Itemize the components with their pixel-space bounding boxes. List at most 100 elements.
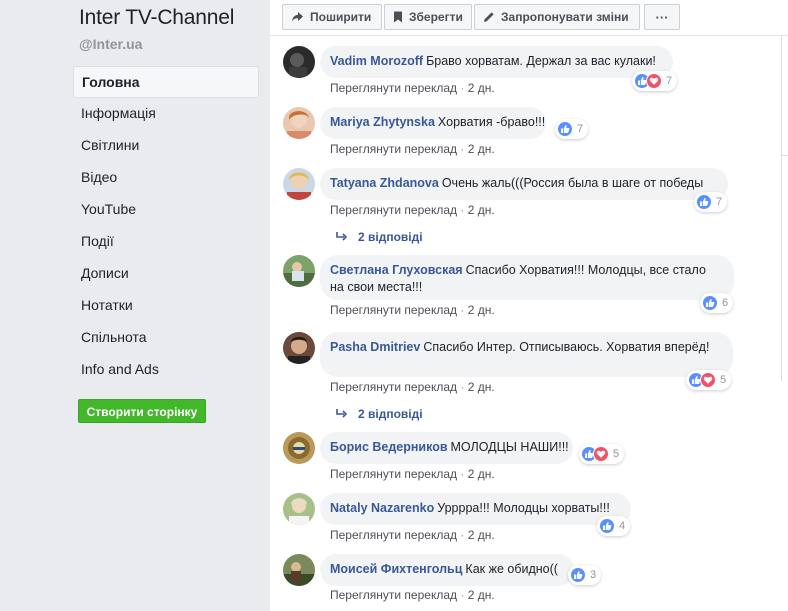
comment-timestamp[interactable]: 2 дн. bbox=[468, 467, 495, 481]
reaction-count-value: 7 bbox=[716, 196, 723, 208]
comment-text: Очень жаль(((Россия была в шаге от побед… bbox=[441, 176, 704, 190]
pencil-icon bbox=[484, 12, 494, 22]
see-translation-link[interactable]: Переглянути переклад bbox=[330, 528, 457, 542]
nav-item-community[interactable]: Спільнота bbox=[73, 322, 259, 354]
see-translation-link[interactable]: Переглянути переклад bbox=[330, 588, 457, 602]
reaction-count-value: 6 bbox=[722, 297, 729, 309]
comment-author[interactable]: Tatyana Zhdanova bbox=[330, 176, 439, 190]
comment-meta: Переглянути переклад · 2 дн. bbox=[330, 203, 495, 217]
meta-separator: · bbox=[460, 380, 465, 394]
meta-separator: · bbox=[460, 203, 465, 217]
comment-timestamp[interactable]: 2 дн. bbox=[468, 81, 495, 95]
reaction-count-value: 7 bbox=[577, 123, 584, 135]
comment-timestamp[interactable]: 2 дн. bbox=[468, 588, 495, 602]
more-button[interactable]: ··· bbox=[644, 4, 680, 30]
see-translation-link[interactable]: Переглянути переклад bbox=[330, 203, 457, 217]
avatar[interactable] bbox=[283, 493, 315, 525]
meta-separator: · bbox=[460, 528, 465, 542]
meta-separator: · bbox=[460, 81, 465, 95]
comment-timestamp[interactable]: 2 дн. bbox=[468, 142, 495, 156]
nav-item-videos[interactable]: Відео bbox=[73, 162, 259, 194]
comment-meta: Переглянути переклад · 2 дн. bbox=[330, 303, 495, 317]
meta-separator: · bbox=[460, 588, 465, 602]
comment-timestamp[interactable]: 2 дн. bbox=[468, 203, 495, 217]
reaction-count-value: 3 bbox=[590, 569, 597, 581]
avatar[interactable] bbox=[283, 168, 315, 200]
comment-bubble: Светлана Глуховская Спасибо Хорватия!!! М… bbox=[320, 255, 734, 300]
nav-item-info[interactable]: Інформація bbox=[73, 98, 259, 130]
comment-bubble: Моисей Фихтенгольц Как же обидно(( bbox=[320, 554, 574, 586]
suggest-edits-button[interactable]: Запропонувати зміни bbox=[474, 4, 640, 30]
reply-arrow-icon bbox=[336, 409, 348, 418]
comment-meta: Переглянути переклад · 2 дн. bbox=[330, 467, 495, 481]
avatar[interactable] bbox=[283, 255, 315, 287]
avatar[interactable] bbox=[283, 554, 315, 586]
comment-timestamp[interactable]: 2 дн. bbox=[468, 303, 495, 317]
reaction-count[interactable]: 7 bbox=[694, 192, 728, 212]
reply-arrow-icon bbox=[336, 232, 348, 241]
page-action-bar: Поширити Зберегти Запропонувати зміни ··… bbox=[270, 0, 788, 36]
comment-timestamp[interactable]: 2 дн. bbox=[468, 528, 495, 542]
comment-text: Спасибо Интер. Отписываюсь. Хорватия впе… bbox=[423, 340, 710, 354]
love-icon bbox=[646, 73, 662, 89]
nav-item-notes[interactable]: Нотатки bbox=[73, 290, 259, 322]
comment-author[interactable]: Mariya Zhytynska bbox=[330, 115, 435, 129]
avatar[interactable] bbox=[283, 432, 315, 464]
reaction-count[interactable]: 6 bbox=[700, 293, 734, 313]
avatar[interactable] bbox=[283, 107, 315, 139]
page-title[interactable]: Inter TV-Channel bbox=[79, 6, 234, 30]
nav-item-info-and-ads[interactable]: Info and Ads bbox=[73, 354, 259, 386]
comment-meta: Переглянути переклад · 2 дн. bbox=[330, 81, 495, 95]
reaction-count[interactable]: 7 bbox=[632, 71, 678, 91]
meta-separator: · bbox=[460, 142, 465, 156]
comment-author[interactable]: Моисей Фихтенгольц bbox=[330, 562, 462, 576]
meta-separator: · bbox=[460, 303, 465, 317]
comment-author[interactable]: Nataly Nazarenko bbox=[330, 501, 434, 515]
nav-item-photos[interactable]: Світлини bbox=[73, 130, 259, 162]
share-button[interactable]: Поширити bbox=[282, 4, 382, 30]
avatar[interactable] bbox=[283, 332, 315, 364]
page-handle[interactable]: @Inter.ua bbox=[79, 36, 142, 52]
more-icon: ··· bbox=[655, 9, 669, 25]
replies-count: 2 відповіді bbox=[358, 407, 423, 421]
view-replies-link[interactable]: 2 відповіді bbox=[336, 230, 423, 244]
comment-author[interactable]: Светлана Глуховская bbox=[330, 263, 463, 277]
like-icon bbox=[570, 567, 586, 583]
nav-item-home[interactable]: Головна bbox=[73, 66, 259, 98]
see-translation-link[interactable]: Переглянути переклад bbox=[330, 81, 457, 95]
bookmark-icon bbox=[394, 11, 402, 23]
page-nav: Головна Інформація Світлини Відео YouTub… bbox=[73, 66, 259, 386]
reaction-count[interactable]: 3 bbox=[568, 565, 602, 585]
view-replies-link[interactable]: 2 відповіді bbox=[336, 407, 423, 421]
create-page-button[interactable]: Створити сторінку bbox=[78, 399, 206, 423]
comment-bubble: Борис Ведерников МОЛОДЦЫ НАШИ!!! bbox=[320, 432, 573, 464]
like-icon bbox=[702, 295, 718, 311]
nav-item-events[interactable]: Події bbox=[73, 226, 259, 258]
reaction-count[interactable]: 5 bbox=[579, 444, 625, 464]
comment-author[interactable]: Борис Ведерников bbox=[330, 440, 448, 454]
avatar[interactable] bbox=[283, 46, 315, 78]
nav-item-youtube[interactable]: YouTube bbox=[73, 194, 259, 226]
see-translation-link[interactable]: Переглянути переклад bbox=[330, 380, 457, 394]
meta-separator: · bbox=[460, 467, 465, 481]
reaction-count[interactable]: 5 bbox=[686, 370, 732, 390]
nav-item-posts[interactable]: Дописи bbox=[73, 258, 259, 290]
reaction-count[interactable]: 4 bbox=[597, 516, 631, 536]
reaction-count-value: 7 bbox=[666, 75, 673, 87]
save-button[interactable]: Зберегти bbox=[384, 4, 472, 30]
save-label[interactable]: Зберегти bbox=[409, 10, 463, 24]
comment-bubble: Pasha Dmitriev Спасибо Интер. Отписываюсь… bbox=[320, 332, 733, 377]
comment-text: Урррра!!! Молодцы хорваты!!! bbox=[437, 501, 610, 515]
see-translation-link[interactable]: Переглянути переклад bbox=[330, 303, 457, 317]
comment-meta: Переглянути переклад · 2 дн. bbox=[330, 528, 495, 542]
comment-text: Браво хорватам. Держал за вас кулаки! bbox=[426, 54, 656, 68]
reaction-count-value: 5 bbox=[613, 448, 620, 460]
comment-author[interactable]: Vadim Morozoff bbox=[330, 54, 423, 68]
reaction-count[interactable]: 7 bbox=[555, 119, 589, 139]
comment-text: Хорватия -браво!!! bbox=[437, 115, 546, 129]
comment-author[interactable]: Pasha Dmitriev bbox=[330, 340, 420, 354]
comment-timestamp[interactable]: 2 дн. bbox=[468, 380, 495, 394]
see-translation-link[interactable]: Переглянути переклад bbox=[330, 467, 457, 481]
comment-meta: Переглянути переклад · 2 дн. bbox=[330, 380, 495, 394]
see-translation-link[interactable]: Переглянути переклад bbox=[330, 142, 457, 156]
